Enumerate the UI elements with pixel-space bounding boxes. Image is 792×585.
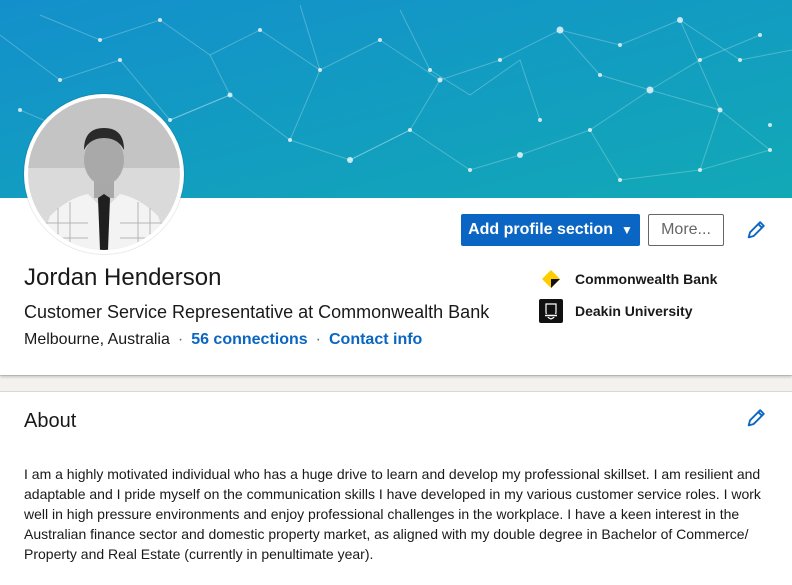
about-summary-text: I am a highly motivated individual who h…	[24, 466, 761, 562]
commonwealth-bank-logo-icon	[539, 267, 563, 291]
profile-location: Melbourne, Australia	[24, 331, 170, 348]
edit-intro-pencil-icon[interactable]	[745, 219, 767, 241]
edit-about-pencil-icon[interactable]	[745, 407, 767, 429]
about-section: About I am a highly motivated individual…	[0, 392, 792, 585]
add-profile-section-button[interactable]: Add profile section ▼	[461, 214, 640, 246]
profile-photo[interactable]	[24, 94, 184, 254]
profile-top-card: Add profile section ▼ More... Jordan Hen…	[0, 0, 792, 375]
contact-info-link[interactable]: Contact info	[329, 331, 422, 349]
profile-photo-image	[28, 98, 180, 250]
experience-item-commonwealth-bank[interactable]: Commonwealth Bank	[539, 267, 717, 291]
experience-company-name: Commonwealth Bank	[575, 271, 718, 287]
separator-dot: ·	[177, 331, 184, 348]
separator-dot: ·	[315, 331, 321, 348]
about-section-title: About	[24, 410, 77, 432]
profile-headline: Customer Service Representative at Commo…	[24, 302, 490, 322]
more-button[interactable]: More...	[648, 214, 724, 246]
experience-item-deakin-university[interactable]: Deakin University	[539, 299, 693, 323]
caret-down-icon: ▼	[621, 223, 633, 237]
connections-link[interactable]: 56 connections	[191, 331, 307, 349]
deakin-university-logo-icon	[539, 299, 563, 323]
education-school-name: Deakin University	[575, 303, 693, 319]
profile-meta-row: Melbourne, Australia · 56 connections · …	[24, 331, 422, 349]
more-label: More...	[661, 221, 711, 238]
add-profile-section-label: Add profile section	[468, 221, 613, 238]
profile-name: Jordan Henderson	[24, 264, 222, 291]
